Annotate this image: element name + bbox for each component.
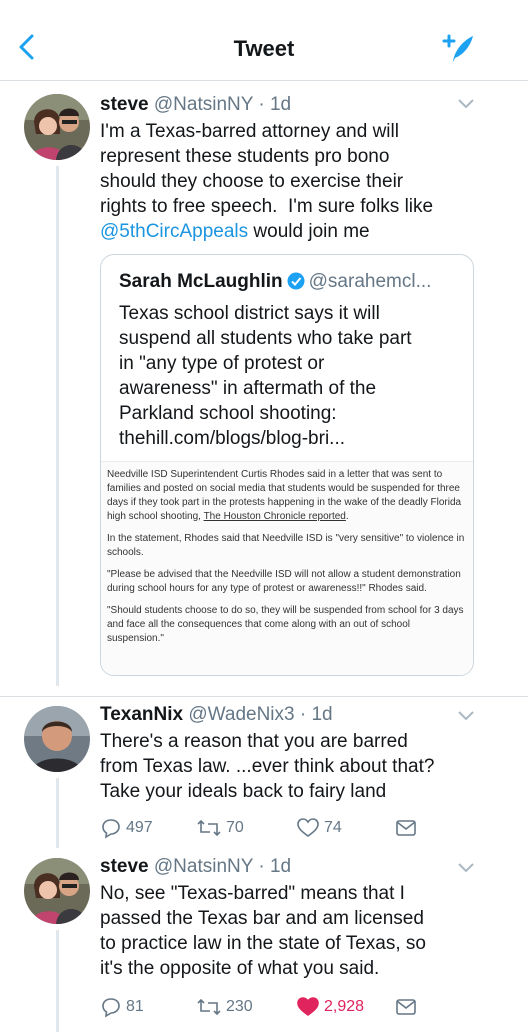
author-handle[interactable]: @WadeNix3 bbox=[188, 704, 294, 725]
message-icon bbox=[396, 999, 416, 1015]
avatar[interactable] bbox=[24, 858, 90, 924]
separator-dot: · bbox=[258, 856, 265, 877]
quoted-tweet-text: Texas school district says it will suspe… bbox=[119, 301, 459, 451]
author-name[interactable]: steve bbox=[100, 856, 149, 877]
thread-line bbox=[56, 778, 59, 848]
like-count: 2,928 bbox=[324, 998, 365, 1015]
retweet-count: 230 bbox=[226, 998, 253, 1015]
reply-icon bbox=[102, 998, 120, 1018]
retweet-icon bbox=[197, 819, 221, 837]
author-handle[interactable]: @NatsinNY bbox=[154, 856, 253, 877]
tweet-time: 1d bbox=[311, 704, 333, 725]
retweet-button[interactable]: 70 bbox=[196, 815, 244, 841]
article-screenshot-image[interactable]: Needville ISD Superintendent Curtis Rhod… bbox=[101, 461, 473, 675]
tweet-text-line: @5thCircAppeals would join me bbox=[100, 219, 480, 244]
retweet-icon bbox=[197, 998, 221, 1016]
tweet-text-line: should they choose to exercise their bbox=[100, 171, 404, 192]
reply-button[interactable]: 81 bbox=[100, 994, 144, 1020]
verified-badge-icon bbox=[287, 272, 305, 290]
reply-icon bbox=[102, 819, 120, 839]
article-paragraph: Needville ISD Superintendent Curtis Rhod… bbox=[107, 468, 467, 524]
tweet-text-line: passed the Texas bar and am licensed bbox=[100, 908, 424, 929]
quoted-text-line: awareness" in aftermath of the bbox=[119, 378, 377, 399]
direct-message-button[interactable] bbox=[394, 994, 422, 1020]
like-button[interactable]: 2,928 bbox=[296, 994, 364, 1020]
compose-tweet-icon[interactable] bbox=[440, 32, 476, 68]
tweet-text-tail: would join me bbox=[248, 221, 370, 242]
article-paragraph: "Should students choose to do so, they w… bbox=[107, 605, 464, 644]
author-name[interactable]: TexanNix bbox=[100, 704, 183, 725]
direct-message-button[interactable] bbox=[394, 815, 422, 841]
tweet-text: No, see "Texas-barred" means that I pass… bbox=[100, 881, 490, 981]
avatar-photo-icon bbox=[24, 706, 90, 772]
quoted-author-handle: @sarahemcl... bbox=[308, 271, 432, 292]
tweet-actions: 81 230 2,928 bbox=[100, 994, 430, 1020]
chevron-down-icon[interactable] bbox=[457, 862, 475, 874]
author-name[interactable]: steve bbox=[100, 94, 149, 115]
quoted-text-line: Parkland school shooting: bbox=[119, 403, 337, 424]
tweet-author-row: steve @NatsinNY · 1d bbox=[100, 856, 291, 878]
tweet-text-line: to practice law in the state of Texas, s… bbox=[100, 933, 426, 954]
article-text: Needville ISD Superintendent Curtis Rhod… bbox=[107, 468, 467, 654]
thread-line bbox=[56, 930, 59, 1032]
article-paragraph: In the statement, Rhodes said that Needv… bbox=[107, 533, 465, 558]
tweet-text-line: represent these students pro bono bbox=[100, 146, 390, 167]
like-button[interactable]: 74 bbox=[296, 815, 342, 841]
tweet-text-line: rights to free speech. I'm sure folks li… bbox=[100, 196, 434, 217]
article-source-link: The Houston Chronicle reported bbox=[203, 511, 346, 522]
article-paragraph: "Please be advised that the Needville IS… bbox=[107, 569, 461, 594]
tweet-text: I'm a Texas-barred attorney and will rep… bbox=[100, 119, 480, 244]
tweet-text: There's a reason that you are barred fro… bbox=[100, 729, 490, 804]
avatar[interactable] bbox=[24, 706, 90, 772]
tweet-author-row: steve @NatsinNY · 1d bbox=[100, 94, 291, 116]
thread-line bbox=[56, 166, 59, 686]
avatar-photo-icon bbox=[24, 858, 90, 924]
tweet-text-line: I'm a Texas-barred attorney and will bbox=[100, 121, 399, 142]
like-icon bbox=[297, 818, 319, 837]
quoted-text-line: thehill.com/blogs/blog-bri... bbox=[119, 428, 345, 449]
divider bbox=[0, 696, 528, 697]
tweet-author-row: TexanNix @WadeNix3 · 1d bbox=[100, 704, 333, 726]
quoted-tweet-card[interactable]: Sarah McLaughlin @sarahemcl... Texas scho… bbox=[100, 254, 474, 676]
quoted-text-line: Texas school district says it will bbox=[119, 303, 380, 324]
article-text-span: . bbox=[345, 511, 349, 522]
tweet-time: 1d bbox=[269, 94, 292, 115]
separator-dot: · bbox=[258, 94, 265, 115]
mention-link[interactable]: @5thCircAppeals bbox=[100, 221, 248, 242]
retweet-button[interactable]: 230 bbox=[196, 994, 253, 1020]
message-icon bbox=[396, 820, 416, 836]
reply-count: 81 bbox=[126, 998, 144, 1015]
top-bar: Tweet bbox=[0, 0, 528, 81]
retweet-count: 70 bbox=[226, 819, 244, 836]
author-handle[interactable]: @NatsinNY bbox=[154, 94, 253, 115]
chevron-down-icon[interactable] bbox=[457, 710, 475, 722]
like-count: 74 bbox=[324, 819, 342, 836]
quoted-text-line: suspend all students who take part bbox=[119, 328, 412, 349]
quoted-author-row: Sarah McLaughlin @sarahemcl... bbox=[119, 271, 431, 293]
tweet-text-line: from Texas law. ...ever think about that… bbox=[100, 756, 435, 777]
tweet-actions: 497 70 74 bbox=[100, 815, 430, 841]
separator-dot: · bbox=[299, 704, 307, 725]
reply-button[interactable]: 497 bbox=[100, 815, 153, 841]
tweet-text-line: No, see "Texas-barred" means that I bbox=[100, 883, 405, 904]
tweet-text-line: There's a reason that you are barred bbox=[100, 731, 408, 752]
avatar[interactable] bbox=[24, 94, 90, 160]
quoted-text-line: in "any type of protest or bbox=[119, 353, 325, 374]
avatar-photo-icon bbox=[24, 94, 90, 160]
like-icon bbox=[297, 997, 319, 1016]
tweet-time: 1d bbox=[269, 856, 292, 877]
tweet-text-line: Take your ideals back to fairy land bbox=[100, 781, 387, 802]
quoted-author-name: Sarah McLaughlin bbox=[119, 271, 283, 292]
tweet-text-line: it's the opposite of what you said. bbox=[100, 958, 380, 979]
reply-count: 497 bbox=[126, 819, 153, 836]
chevron-down-icon[interactable] bbox=[457, 98, 475, 110]
